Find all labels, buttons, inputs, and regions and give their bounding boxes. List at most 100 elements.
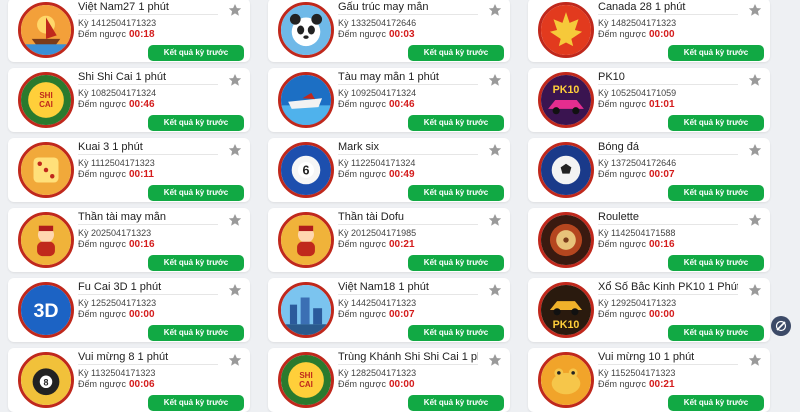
previous-result-button[interactable]: Kết quả kỳ trước — [668, 45, 764, 61]
game-card[interactable]: Việt Nam18 1 phút Kỳ 1442504171323 Đếm ngư… — [268, 278, 510, 342]
game-card[interactable]: Gấu trúc may mắn Kỳ 1332504172646 Đếm ngượ… — [268, 0, 510, 62]
shishicai-icon[interactable]: SHI CAI — [18, 72, 74, 128]
previous-result-button[interactable]: Kết quả kỳ trước — [408, 255, 504, 271]
favorite-star-icon[interactable] — [228, 213, 242, 227]
previous-result-button[interactable]: Kết quả kỳ trước — [668, 185, 764, 201]
previous-result-button[interactable]: Kết quả kỳ trước — [408, 395, 504, 411]
game-card[interactable]: Kuai 3 1 phút Kỳ 1112504171323 Đếm ngược 00… — [8, 138, 250, 202]
period-label: Kỳ — [78, 18, 89, 28]
game-card[interactable]: Thần tài may mắn Kỳ 202504171323 Đếm ngược… — [8, 208, 250, 272]
period-label: Kỳ — [78, 158, 89, 168]
favorite-star-icon[interactable] — [488, 213, 502, 227]
period-number: 1482504171323 — [611, 18, 677, 28]
fortune-god-icon[interactable] — [278, 212, 334, 268]
period-number: 1332504172646 — [351, 18, 417, 28]
countdown-label: Đếm ngược — [338, 239, 386, 249]
period-label: Kỳ — [78, 88, 89, 98]
period-number: 1412504171323 — [91, 18, 157, 28]
floating-mute-button[interactable] — [771, 316, 791, 336]
previous-result-button[interactable]: Kết quả kỳ trước — [148, 185, 244, 201]
favorite-star-icon[interactable] — [488, 73, 502, 87]
lottery-ball-icon[interactable]: 6 — [278, 142, 334, 198]
countdown-line: Đếm ngược 00:18 — [78, 29, 155, 40]
race-car-icon[interactable]: PK10 — [538, 72, 594, 128]
favorite-star-icon[interactable] — [748, 213, 762, 227]
speedboat-icon[interactable] — [278, 72, 334, 128]
previous-result-button[interactable]: Kết quả kỳ trước — [148, 395, 244, 411]
favorite-star-icon[interactable] — [748, 283, 762, 297]
maple-leaf-icon[interactable] — [538, 2, 594, 58]
previous-result-button[interactable]: Kết quả kỳ trước — [408, 325, 504, 341]
previous-result-button[interactable]: Kết quả kỳ trước — [668, 115, 764, 131]
previous-result-button[interactable]: Kết quả kỳ trước — [668, 255, 764, 271]
game-title: Vui mừng 8 1 phút — [78, 351, 218, 365]
countdown-line: Đếm ngược 00:11 — [78, 169, 154, 180]
countdown-label: Đếm ngược — [598, 309, 646, 319]
period-line: Kỳ 1372504172646 — [598, 158, 676, 168]
favorite-star-icon[interactable] — [748, 73, 762, 87]
favorite-star-icon[interactable] — [488, 283, 502, 297]
game-card[interactable]: Tàu may mắn 1 phút Kỳ 1092504171324 Đếm ng… — [268, 68, 510, 132]
boat-icon[interactable] — [18, 2, 74, 58]
favorite-star-icon[interactable] — [748, 143, 762, 157]
svg-text:SHI: SHI — [299, 371, 312, 380]
game-card[interactable]: 3D Fu Cai 3D 1 phút Kỳ 1252504171323 Đếm ng… — [8, 278, 250, 342]
roulette-icon[interactable] — [538, 212, 594, 268]
game-card[interactable]: SHI CAI Shi Shi Cai 1 phút Kỳ 1082504171324… — [8, 68, 250, 132]
favorite-star-icon[interactable] — [228, 143, 242, 157]
countdown-timer: 00:11 — [128, 169, 154, 180]
countdown-line: Đếm ngược 00:21 — [338, 239, 415, 250]
game-card[interactable]: 6 Mark six Kỳ 1122504171324 Đếm ngược 00:49 K… — [268, 138, 510, 202]
favorite-star-icon[interactable] — [488, 353, 502, 367]
countdown-line: Đếm ngược 00:21 — [598, 379, 675, 390]
favorite-star-icon[interactable] — [748, 353, 762, 367]
fortune-god-icon[interactable] — [18, 212, 74, 268]
previous-result-button[interactable]: Kết quả kỳ trước — [148, 255, 244, 271]
previous-result-button[interactable]: Kết quả kỳ trước — [148, 45, 244, 61]
3d-logo-icon[interactable]: 3D — [18, 282, 74, 338]
favorite-star-icon[interactable] — [488, 143, 502, 157]
previous-result-button[interactable]: Kết quả kỳ trước — [148, 325, 244, 341]
game-card[interactable]: Vui mừng 10 1 phút Kỳ 1152504171323 Đếm ng… — [528, 348, 770, 412]
game-card[interactable]: Roulette Kỳ 1142504171588 Đếm ngược 00:16 Kế… — [528, 208, 770, 272]
period-number: 1142504171588 — [611, 228, 676, 238]
favorite-star-icon[interactable] — [228, 3, 242, 17]
game-title: Mark six — [338, 141, 478, 155]
soccer-ball-icon[interactable] — [538, 142, 594, 198]
countdown-line: Đếm ngược 00:00 — [78, 309, 155, 320]
game-card[interactable]: 8 Vui mừng 8 1 phút Kỳ 1132504171323 Đếm ng… — [8, 348, 250, 412]
game-card[interactable]: SHI CAI Trùng Khánh Shi Shi Cai 1 phút Kỳ 1… — [268, 348, 510, 412]
favorite-star-icon[interactable] — [228, 73, 242, 87]
dice-icon[interactable] — [18, 142, 74, 198]
favorite-star-icon[interactable] — [228, 353, 242, 367]
pk10-gold-car-icon[interactable]: PK10 — [538, 282, 594, 338]
previous-result-button[interactable]: Kết quả kỳ trước — [668, 395, 764, 411]
countdown-line: Đếm ngược 00:06 — [78, 379, 155, 390]
svg-text:PK10: PK10 — [553, 84, 580, 96]
previous-result-button[interactable]: Kết quả kỳ trước — [668, 325, 764, 341]
countdown-timer: 01:01 — [648, 99, 675, 110]
period-number: 202504171323 — [91, 228, 152, 238]
favorite-star-icon[interactable] — [488, 3, 502, 17]
period-number: 1122504171324 — [351, 158, 416, 168]
game-card[interactable]: Canada 28 1 phút Kỳ 1482504171323 Đếm ngượ… — [528, 0, 770, 62]
previous-result-button[interactable]: Kết quả kỳ trước — [408, 115, 504, 131]
game-card[interactable]: Bóng đá Kỳ 1372504172646 Đếm ngược 00:07 Kết… — [528, 138, 770, 202]
countdown-line: Đếm ngược 00:00 — [598, 29, 675, 40]
game-card[interactable]: Thần tài Dofu Kỳ 2012504171985 Đếm ngược 00… — [268, 208, 510, 272]
game-card[interactable]: PK10 Xổ Số Bắc Kinh PK10 1 Phút Kỳ 1292504… — [528, 278, 770, 342]
game-title: Kuai 3 1 phút — [78, 141, 218, 155]
favorite-star-icon[interactable] — [228, 283, 242, 297]
period-line: Kỳ 1152504171323 — [598, 368, 675, 378]
favorite-star-icon[interactable] — [748, 3, 762, 17]
city-icon[interactable] — [278, 282, 334, 338]
game-card[interactable]: PK10 PK10 Kỳ 1052504171059 Đếm ngược 01:01 Kế… — [528, 68, 770, 132]
countdown-label: Đếm ngược — [338, 309, 386, 319]
game-card[interactable]: Việt Nam27 1 phút Kỳ 1412504171323 Đếm ngư… — [8, 0, 250, 62]
previous-result-button[interactable]: Kết quả kỳ trước — [148, 115, 244, 131]
previous-result-button[interactable]: Kết quả kỳ trước — [408, 45, 504, 61]
panda-icon[interactable] — [278, 2, 334, 58]
countdown-label: Đếm ngược — [78, 309, 126, 319]
previous-result-button[interactable]: Kết quả kỳ trước — [408, 185, 504, 201]
period-line: Kỳ 1292504171323 — [598, 298, 676, 308]
